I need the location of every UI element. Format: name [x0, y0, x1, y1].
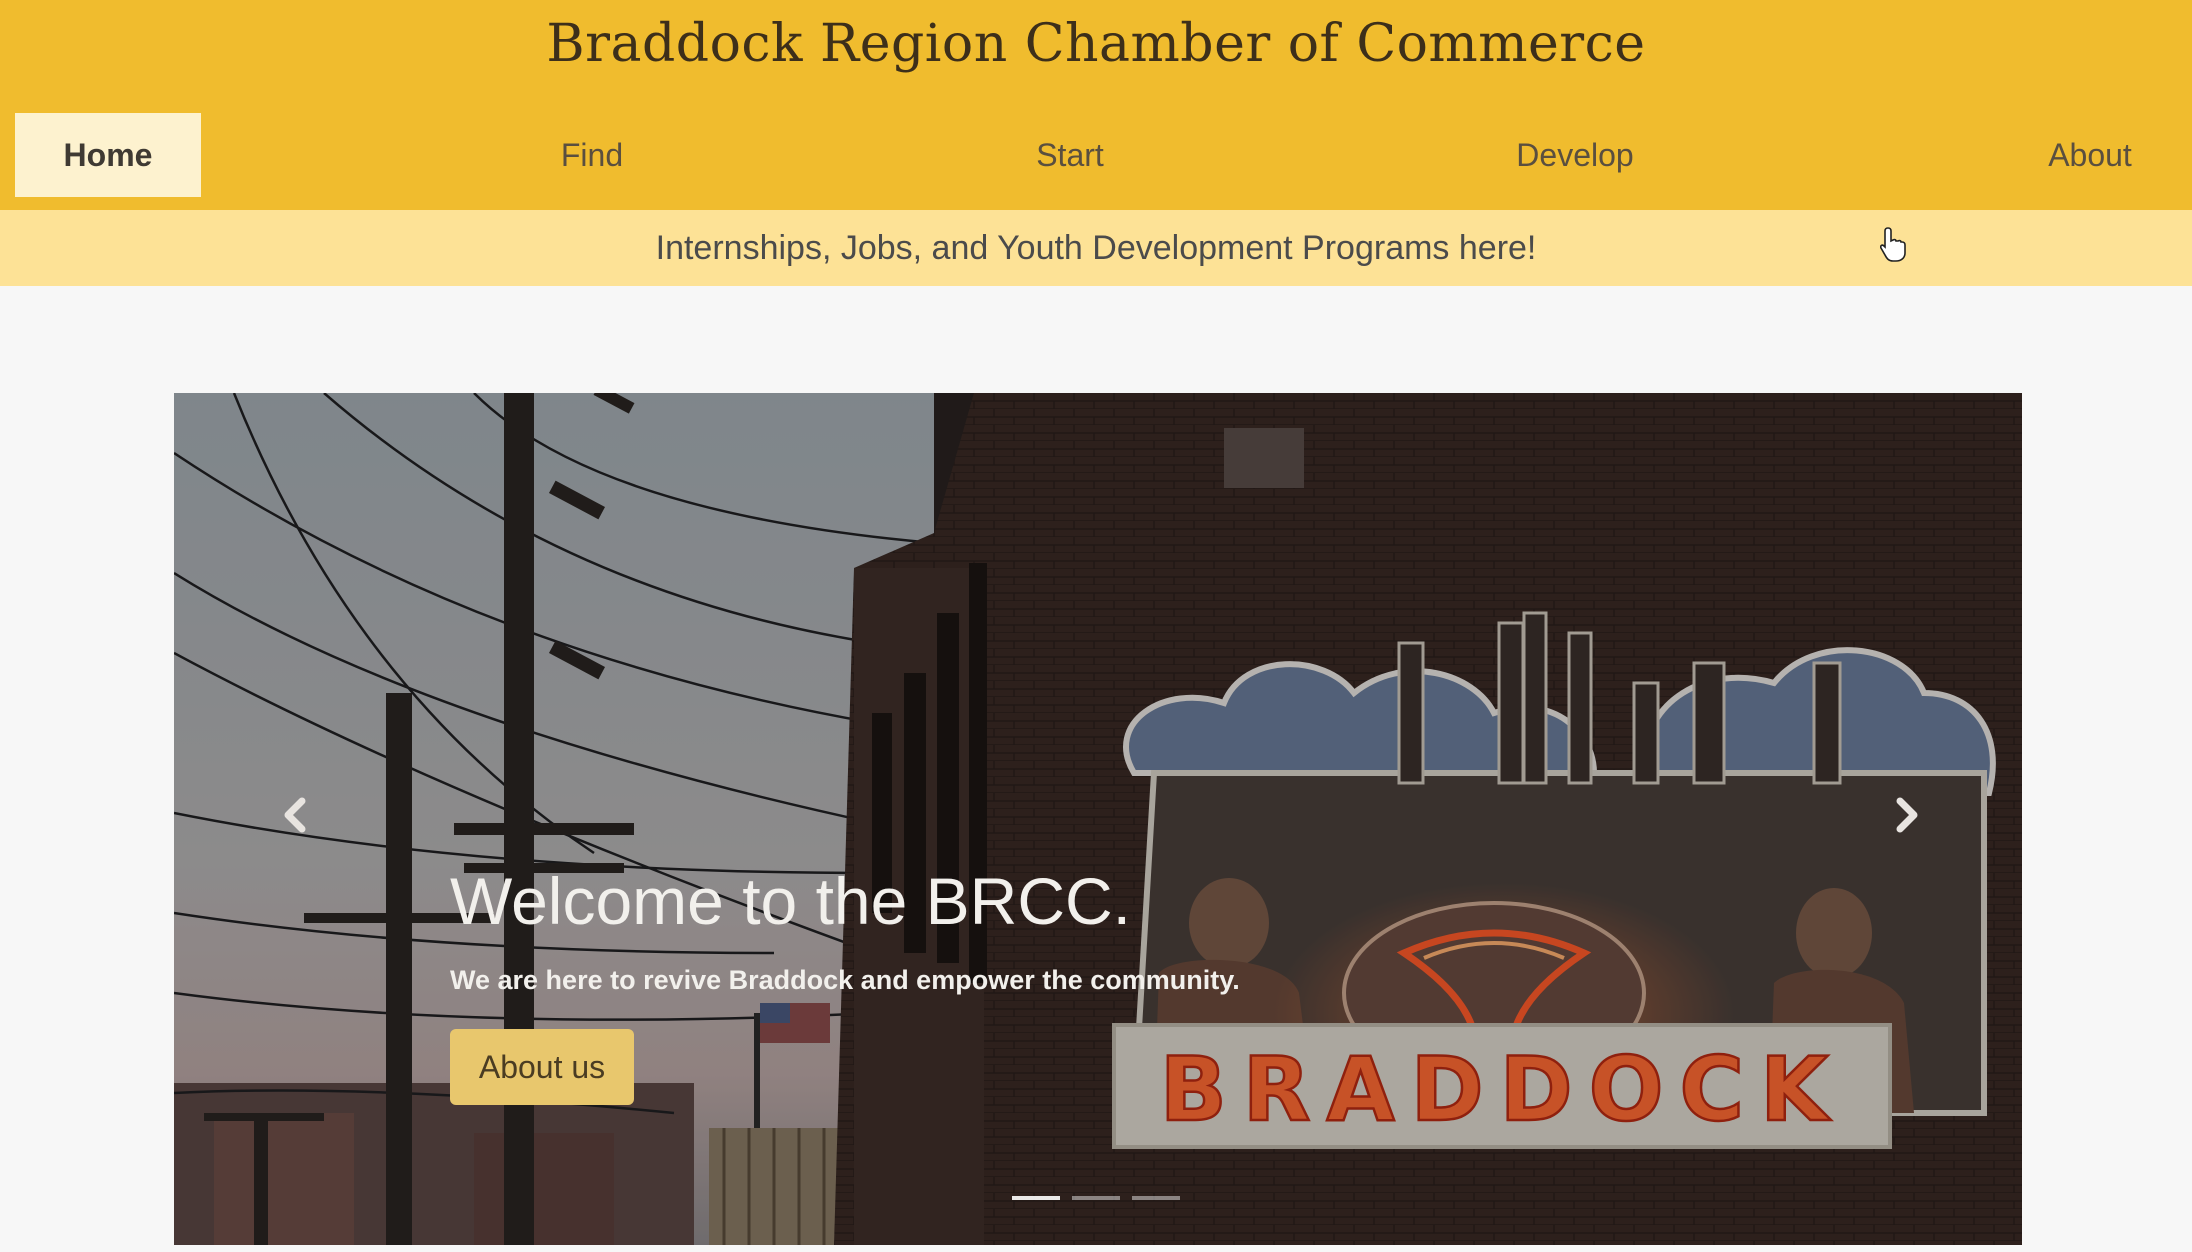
- nav-item-find[interactable]: Find: [522, 113, 662, 197]
- nav-item-start[interactable]: Start: [1000, 113, 1140, 197]
- chevron-left-icon[interactable]: [266, 785, 326, 845]
- site-title: Braddock Region Chamber of Commerce: [546, 14, 1646, 74]
- carousel-indicator-2[interactable]: [1072, 1196, 1120, 1200]
- nav-item-home[interactable]: Home: [15, 113, 201, 197]
- carousel-indicator-1[interactable]: [1012, 1196, 1060, 1200]
- nav-item-develop[interactable]: Develop: [1500, 113, 1650, 197]
- about-us-button[interactable]: About us: [450, 1029, 634, 1105]
- hero-carousel: BRADDOCK Welcome to the BRCC. We are her…: [174, 393, 2022, 1245]
- hand-cursor-icon: [1880, 227, 1906, 262]
- carousel-caption-subtitle: We are here to revive Braddock and empow…: [450, 965, 1240, 995]
- main-nav: Home Find Start Develop About: [0, 113, 2192, 197]
- carousel-indicator-3[interactable]: [1132, 1196, 1180, 1200]
- carousel-caption-title: Welcome to the BRCC.: [450, 864, 1132, 938]
- chevron-right-icon[interactable]: [1876, 785, 1936, 845]
- announcement-link[interactable]: Internships, Jobs, and Youth Development…: [0, 210, 2192, 286]
- nav-item-about[interactable]: About: [2020, 113, 2160, 197]
- carousel-overlay: [174, 393, 2022, 1245]
- site-header: Braddock Region Chamber of Commerce Home…: [0, 0, 2192, 210]
